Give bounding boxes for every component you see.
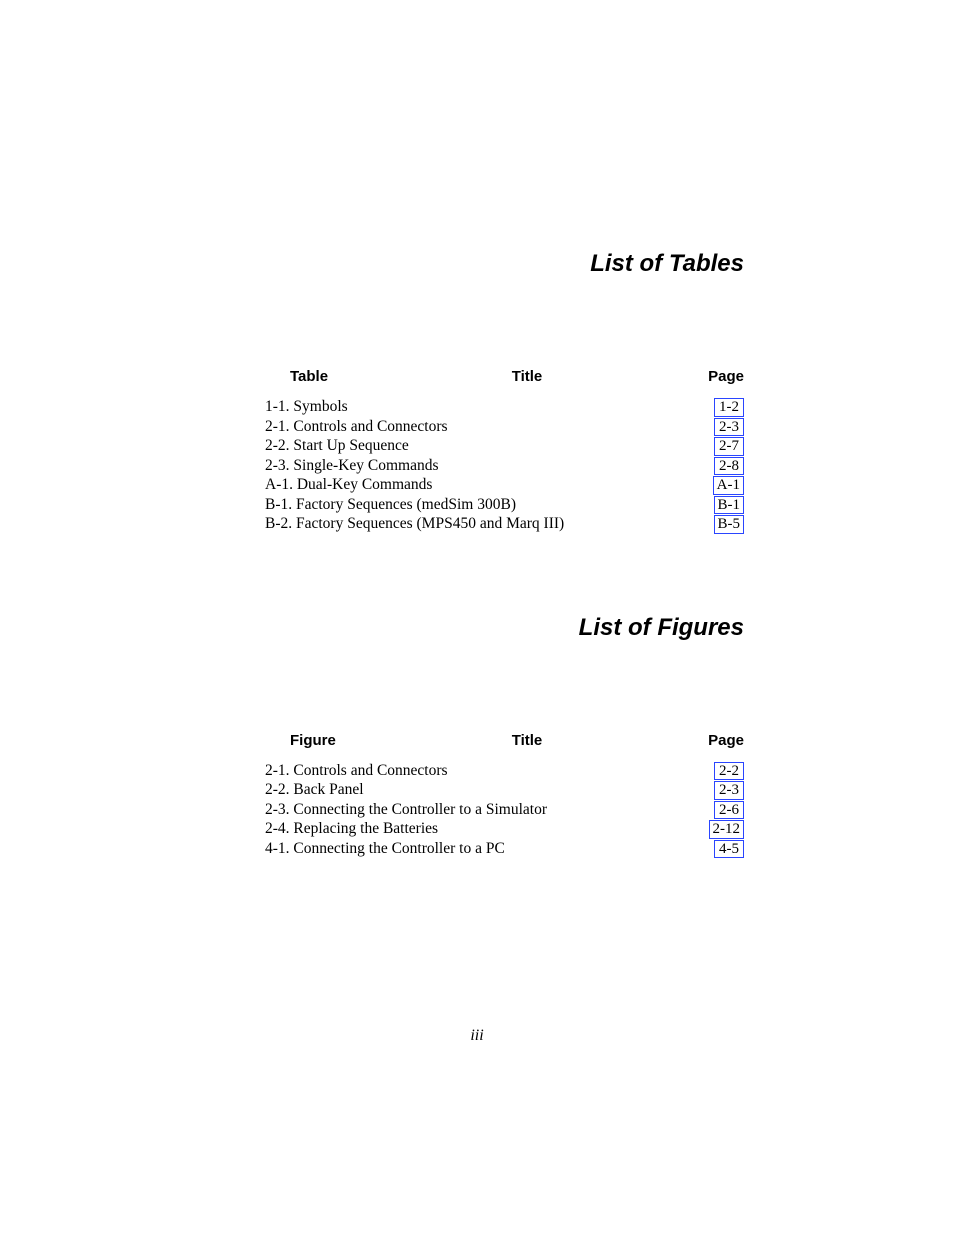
figure-entry-row: 4-1. Connecting the Controller to a PC 4-…	[265, 839, 744, 859]
tables-entries: 1-1. Symbols1-22-1. Controls and Connect…	[265, 397, 744, 534]
figure-entry-page-link[interactable]: 2-6	[714, 801, 744, 820]
table-entry-title: Factory Sequences (MPS450 and Marq III)	[296, 514, 564, 533]
table-entry-title: Factory Sequences (medSim 300B)	[296, 495, 516, 514]
figures-header-row: Figure Title Page	[265, 732, 744, 749]
figure-entry-number: 2-4.	[265, 819, 290, 838]
figure-entry-number: 4-1.	[265, 839, 290, 858]
figure-entry-title: Replacing the Batteries	[293, 819, 438, 838]
list-of-figures-heading: List of Figures	[265, 614, 744, 642]
table-entry-row: B-2. Factory Sequences (MPS450 and Marq …	[265, 514, 744, 534]
table-entry-number: A-1.	[265, 475, 293, 494]
figure-entry-page-link[interactable]: 2-3	[714, 781, 744, 800]
table-entry-number: 2-3.	[265, 456, 290, 475]
figures-header-title: Title	[370, 732, 684, 749]
table-entry-page-link[interactable]: 2-8	[714, 457, 744, 476]
table-entry-title: Start Up Sequence	[293, 436, 408, 455]
figure-entry-page-link[interactable]: 2-12	[709, 820, 745, 839]
list-of-tables-heading: List of Tables	[265, 250, 744, 278]
tables-header-row: Table Title Page	[265, 368, 744, 385]
table-entry-number: 1-1.	[265, 397, 290, 416]
table-entry-title: Symbols	[293, 397, 347, 416]
figure-entry-page-link[interactable]: 4-5	[714, 840, 744, 859]
tables-header-title: Title	[370, 368, 684, 385]
figure-entry-title: Back Panel	[293, 780, 363, 799]
table-entry-page-link[interactable]: B-5	[714, 515, 745, 534]
table-entry-page-link[interactable]: 2-7	[714, 437, 744, 456]
table-entry-title: Single-Key Commands	[293, 456, 438, 475]
table-entry-number: 2-1.	[265, 417, 290, 436]
table-entry-title: Controls and Connectors	[293, 417, 447, 436]
tables-header-table: Table	[265, 368, 370, 385]
figure-entry-title: Connecting the Controller to a PC	[293, 839, 504, 858]
figures-entries: 2-1. Controls and Connectors2-22-2. Back…	[265, 761, 744, 859]
figure-entry-number: 2-3.	[265, 800, 290, 819]
table-entry-page-link[interactable]: 1-2	[714, 398, 744, 417]
figure-entry-title: Connecting the Controller to a Simulator	[293, 800, 547, 819]
table-entry-page-link[interactable]: B-1	[714, 496, 745, 515]
tables-header-page: Page	[684, 368, 744, 385]
page-number: iii	[0, 1027, 954, 1045]
figures-header-page: Page	[684, 732, 744, 749]
figure-entry-row: 2-1. Controls and Connectors 2-2	[265, 761, 744, 781]
table-entry-title: Dual-Key Commands	[297, 475, 433, 494]
table-entry-row: 2-2. Start Up Sequence 2-7	[265, 436, 744, 456]
figure-entry-number: 2-2.	[265, 780, 290, 799]
table-entry-number: 2-2.	[265, 436, 290, 455]
table-entry-row: B-1. Factory Sequences (medSim 300B) B-1	[265, 495, 744, 515]
table-entry-row: 2-3. Single-Key Commands 2-8	[265, 456, 744, 476]
figure-entry-row: 2-2. Back Panel 2-3	[265, 780, 744, 800]
table-entry-row: A-1. Dual-Key Commands A-1	[265, 475, 744, 495]
figure-entry-number: 2-1.	[265, 761, 290, 780]
table-entry-number: B-1.	[265, 495, 292, 514]
table-entry-page-link[interactable]: 2-3	[714, 418, 744, 437]
figure-entry-title: Controls and Connectors	[293, 761, 447, 780]
figure-entry-page-link[interactable]: 2-2	[714, 762, 744, 781]
table-entry-row: 1-1. Symbols 1-2	[265, 397, 744, 417]
table-entry-row: 2-1. Controls and Connectors 2-3	[265, 417, 744, 437]
figures-header-figure: Figure	[265, 732, 370, 749]
table-entry-number: B-2.	[265, 514, 292, 533]
table-entry-page-link[interactable]: A-1	[713, 476, 744, 495]
figure-entry-row: 2-4. Replacing the Batteries 2-12	[265, 819, 744, 839]
figure-entry-row: 2-3. Connecting the Controller to a Simu…	[265, 800, 744, 820]
